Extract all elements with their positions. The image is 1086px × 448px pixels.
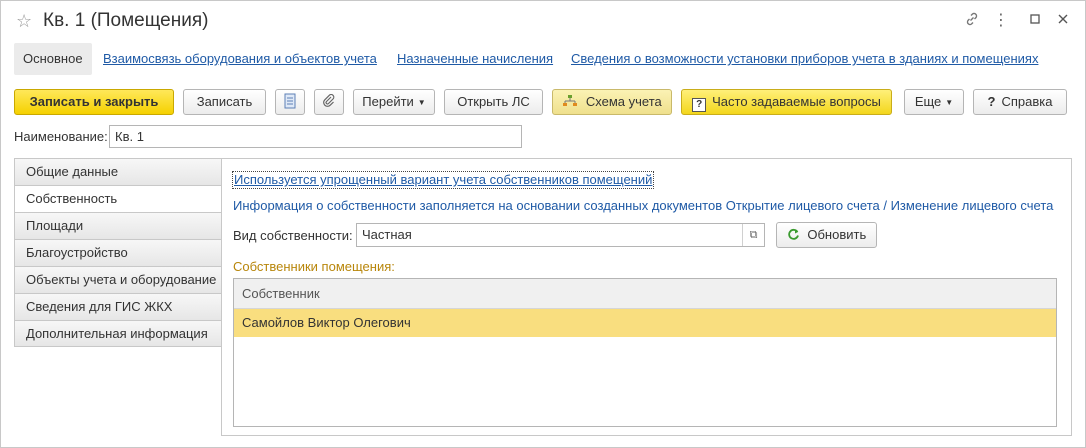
owner-column-header[interactable]: Собственник [234,279,1056,309]
more-menu-button[interactable]: Еще ▼ [904,89,964,115]
ownership-type-field[interactable]: Частная ⧉ [356,223,765,247]
close-icon[interactable] [1053,11,1073,31]
tab-amenities[interactable]: Благоустройство [14,239,222,266]
form-window: ☆ Кв. 1 (Помещения) ⋮ Основное Взаимосвя… [0,0,1086,448]
help-label: Справка [1001,94,1053,109]
ownership-type-label: Вид собственности: [233,228,353,243]
dropdown-caret-icon: ▼ [417,98,426,107]
nav-equipment-relation[interactable]: Взаимосвязь оборудования и объектов учет… [103,43,377,75]
nav-meter-installation-info[interactable]: Сведения о возможности установки приборо… [571,43,1038,75]
help-button[interactable]: ? Справка [973,89,1067,115]
name-input[interactable]: Кв. 1 [109,125,522,148]
accounting-scheme-button[interactable]: Схема учета [552,89,672,115]
attach-button[interactable] [314,89,344,115]
favorite-star-icon[interactable]: ☆ [16,11,32,31]
command-bar: Записать и закрыть Записать Перейти ▼ Отк… [14,89,1074,115]
dropdown-caret-icon: ▼ [945,98,954,107]
tab-accounting-objects[interactable]: Объекты учета и оборудование [14,266,222,293]
tab-additional-info[interactable]: Дополнительная информация [14,320,222,347]
faq-label: Часто задаваемые вопросы [712,94,881,109]
nav-assigned-charges[interactable]: Назначенные начисления [397,43,553,75]
report-button[interactable] [275,89,305,115]
question-box-icon: ? [692,98,707,112]
owners-section-label: Собственники помещения: [233,259,395,274]
maximize-icon[interactable] [1025,11,1045,31]
more-label: Еще [914,94,942,109]
ownership-panel: Используется упрощенный вариант учета со… [221,158,1072,436]
go-to-label: Перейти [362,94,414,109]
refresh-icon [787,227,804,242]
ownership-info-text: Информация о собственности заполняется н… [233,198,1054,213]
tab-general-data[interactable]: Общие данные [14,158,222,185]
document-list-icon [284,93,296,109]
paperclip-icon [322,93,336,109]
help-question-icon: ? [987,94,996,109]
tab-gis-housing[interactable]: Сведения для ГИС ЖКХ [14,293,222,320]
scheme-tree-icon [562,94,586,109]
tab-areas[interactable]: Площади [14,212,222,239]
title-bar: ☆ Кв. 1 (Помещения) ⋮ [1,1,1085,41]
open-personal-account-button[interactable]: Открыть ЛС [444,89,543,115]
owners-table[interactable]: Собственник Самойлов Виктор Олегович [233,278,1057,427]
ownership-type-value: Частная [362,227,412,242]
save-button[interactable]: Записать [183,89,266,115]
save-and-close-button[interactable]: Записать и закрыть [14,89,174,115]
form-navigation: Основное Взаимосвязь оборудования и объе… [14,43,1074,75]
accounting-scheme-label: Схема учета [585,94,662,109]
open-value-icon[interactable]: ⧉ [742,224,764,246]
nav-main[interactable]: Основное [14,43,92,75]
table-row[interactable]: Самойлов Виктор Олегович [234,309,1056,337]
faq-button[interactable]: ? Часто задаваемые вопросы [681,89,892,115]
simplified-accounting-link[interactable]: Используется упрощенный вариант учета со… [231,171,655,189]
section-tabs: Общие данные Собственность Площади Благо… [14,158,222,347]
go-to-menu-button[interactable]: Перейти ▼ [353,89,435,115]
name-label: Наименование: [14,129,108,144]
window-title: Кв. 1 (Помещения) [43,10,209,31]
refresh-button[interactable]: Обновить [776,222,877,248]
tab-ownership[interactable]: Собственность [14,185,222,212]
more-actions-icon[interactable]: ⋮ [991,11,1011,31]
link-icon[interactable] [962,11,982,31]
refresh-label: Обновить [807,227,867,242]
